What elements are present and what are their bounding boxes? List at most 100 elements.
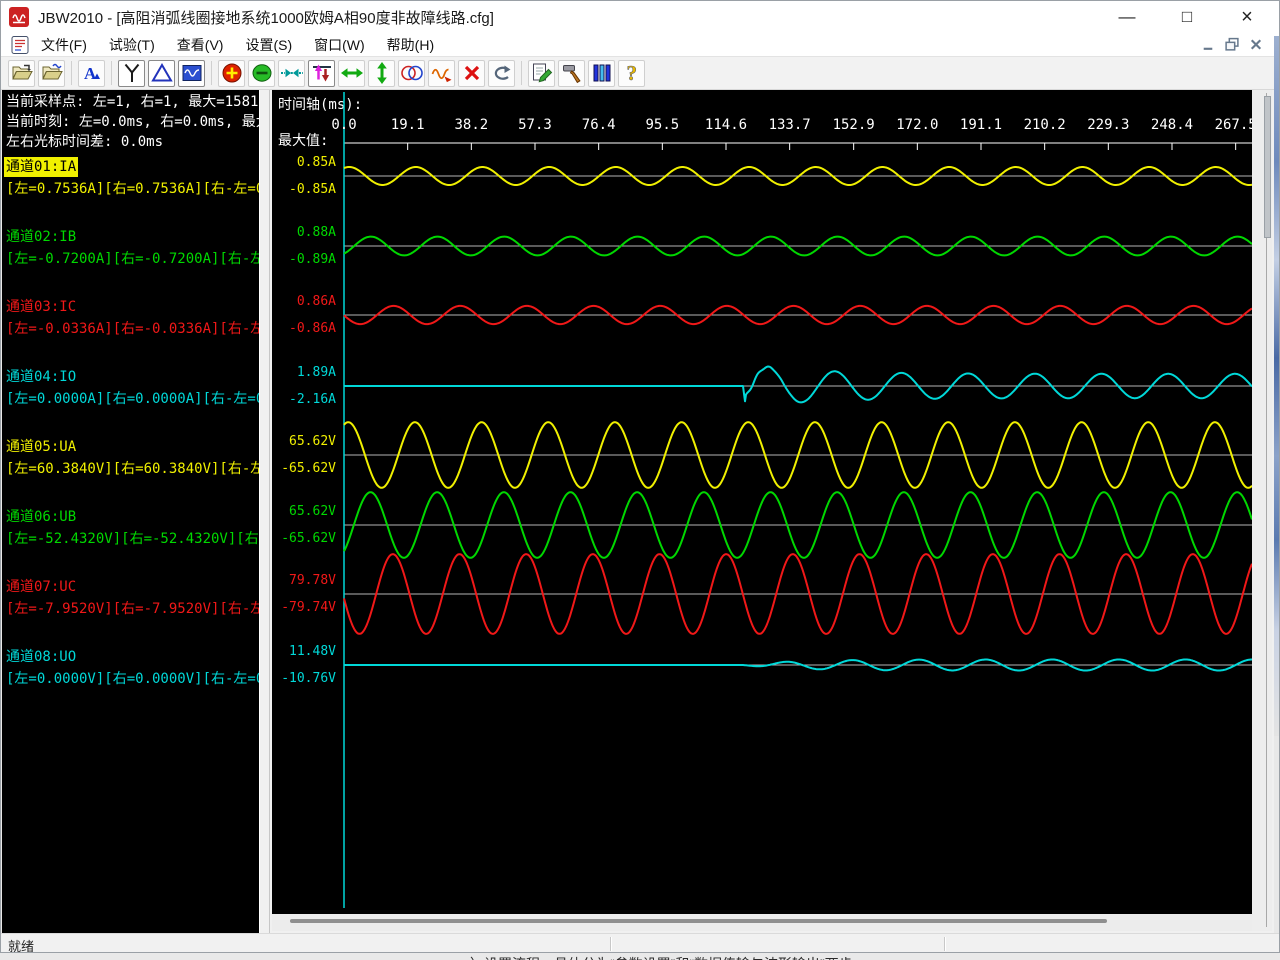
time-tick-label-11: 210.2 [1024,117,1066,133]
min-value-IB: -0.89A [272,253,336,267]
cursor-move-button[interactable] [308,60,335,87]
compress-time-icon [280,61,304,85]
toolbar-separator [111,61,112,85]
min-value-IA: -0.85A [272,183,336,197]
zoom-out-button[interactable] [248,60,275,87]
time-tick-label-13: 248.4 [1151,117,1193,133]
waveform-canvas[interactable]: 时间轴(ms): 最大值: 0.019.138.257.376.495.5114… [272,90,1252,914]
svg-text:?: ? [626,61,637,85]
help-button[interactable]: ? [618,60,645,87]
data-list-button[interactable] [588,60,615,87]
minimize-button[interactable]: — [1104,0,1150,34]
channel-label-IA[interactable]: 通道01:IA [4,157,78,177]
toolbar-separator [211,61,212,85]
delta-view-button[interactable] [148,60,175,87]
menu-5[interactable]: 帮助(H) [376,34,445,56]
expand-v-icon [370,61,394,85]
min-value-IC: -0.86A [272,322,336,336]
channel-label-IB[interactable]: 通道02:IB [6,227,76,247]
zoom-in-button[interactable] [218,60,245,87]
channel-label-UO[interactable]: 通道08:UO [6,647,76,667]
hammer-icon [560,61,584,85]
panel-splitter[interactable] [259,90,270,933]
status-pane-separator [944,937,946,951]
max-value-IB: 0.88A [272,226,336,240]
mdi-minimize-button[interactable] [1200,37,1216,52]
channel-font-button[interactable]: A [78,60,105,87]
time-tick-label-2: 38.2 [454,117,488,133]
wave-screen-button[interactable] [178,60,205,87]
title-bar: JBW2010 - [高阻消弧线圈接地系统1000欧姆A相90度非故障线路.cf… [0,0,1280,34]
wave-select-button[interactable] [428,60,455,87]
mdi-restore-button[interactable] [1224,37,1240,52]
menu-1[interactable]: 试验(T) [98,34,166,56]
channel-label-IO[interactable]: 通道04:IO [6,367,76,387]
close-button[interactable]: × [1224,0,1270,34]
time-tick-label-0: 0.0 [331,117,356,133]
help-icon: ? [620,61,644,85]
channel-info-panel[interactable]: 当前采样点: 左=1, 右=1, 最大=15810 当前时刻: 左=0.0ms,… [2,90,259,933]
max-value-UC: 79.78V [272,574,336,588]
window-title: JBW2010 - [高阻消弧线圈接地系统1000欧姆A相90度非故障线路.cf… [38,7,494,28]
wave-screen-icon [180,61,204,85]
background-window-text-sliver: ）设置流程，具体分为“参数设置”和“数据传输与波形输出”两步。 [0,953,1280,960]
channel-cursor-values-UC: [左=-7.9520V][右=-7.9520V][右-左=0.0000V] [6,599,259,619]
open-file-button[interactable] [8,60,35,87]
channel-label-IC[interactable]: 通道03:IC [6,297,76,317]
menu-4[interactable]: 窗口(W) [303,34,376,56]
background-window-edge [1274,36,1280,736]
channel-cursor-values-UO: [左=0.0000V][右=0.0000V][右-左=0.0000V] [6,669,259,689]
channel-label-UA[interactable]: 通道05:UA [6,437,76,457]
horizontal-scrollbar-thumb[interactable] [290,919,1107,923]
horizontal-scrollbar[interactable] [272,914,1252,931]
mdi-close-button[interactable] [1248,37,1264,52]
min-value-IO: -2.16A [272,393,336,407]
status-bar: 就绪 [0,933,1280,953]
time-tick-label-14: 267.5 [1215,117,1252,133]
menu-2[interactable]: 查看(V) [166,34,235,56]
vertical-scrollbar[interactable] [1252,90,1272,931]
edit-icon [530,61,554,85]
expand-vertical-button[interactable] [368,60,395,87]
zoom-in-icon [220,61,244,85]
delta-icon [150,61,174,85]
svg-text:A: A [84,64,97,83]
undo-icon [490,61,514,85]
open-file-icon [10,61,34,85]
toolbar-separator [521,61,522,85]
edit-params-button[interactable] [528,60,555,87]
undo-button[interactable] [488,60,515,87]
channel-cursor-values-IO: [左=0.0000A][右=0.0000A][右-左=0.0000A] [6,389,259,409]
channel-label-UC[interactable]: 通道07:UC [6,577,76,597]
channel-cursor-values-UA: [左=60.3840V][右=60.3840V][右-左=0.0000V] [6,459,259,479]
current-time-info: 当前时刻: 左=0.0ms, 右=0.0ms, 最大 [6,112,259,132]
menu-bar: 文件(F)试验(T)查看(V)设置(S)窗口(W)帮助(H) [0,34,1280,57]
time-tick-label-6: 114.6 [705,117,747,133]
max-value-UA: 65.62V [272,435,336,449]
menu-0[interactable]: 文件(F) [30,34,98,56]
sample-point-info: 当前采样点: 左=1, 右=1, 最大=15810 [6,92,259,112]
toolbar: A? [0,56,1280,90]
compress-time-button[interactable] [278,60,305,87]
delete-button[interactable] [458,60,485,87]
vertical-scrollbar-thumb[interactable] [1264,96,1271,238]
overlay-waves-button[interactable] [398,60,425,87]
waveform-panel: 时间轴(ms): 最大值: 0.019.138.257.376.495.5114… [270,90,1274,933]
open-wave-icon [40,61,64,85]
tools-button[interactable] [558,60,585,87]
wye-view-button[interactable] [118,60,145,87]
max-value-IO: 1.89A [272,366,336,380]
min-value-UC: -79.74V [272,601,336,615]
max-value-IA: 0.85A [272,156,336,170]
expand-horizontal-button[interactable] [338,60,365,87]
menu-3[interactable]: 设置(S) [234,34,303,56]
min-value-UB: -65.62V [272,532,336,546]
max-value-UO: 11.48V [272,645,336,659]
channel-label-UB[interactable]: 通道06:UB [6,507,76,527]
mdi-window-controls [1200,37,1264,52]
maximize-button[interactable]: □ [1164,0,1210,34]
toolbar-separator [71,61,72,85]
time-tick-label-12: 229.3 [1087,117,1129,133]
channel-cursor-values-IB: [左=-0.7200A][右=-0.7200A][右-左=0.0000A] [6,249,259,269]
open-wave-button[interactable] [38,60,65,87]
